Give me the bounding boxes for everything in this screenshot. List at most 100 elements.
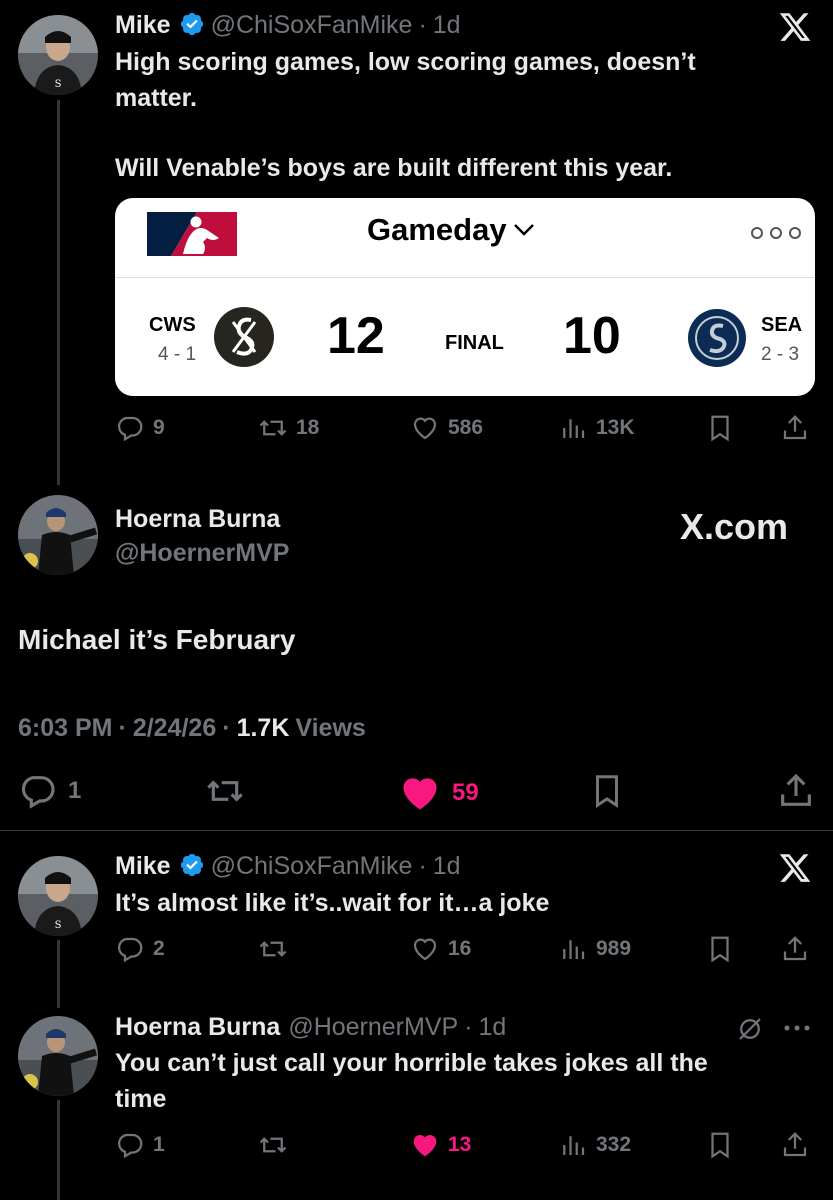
timestamp[interactable]: 1d [433, 852, 461, 880]
tweet-header: Hoerna Burna @HoernerMVP · 1d [115, 1012, 506, 1042]
verified-badge-icon [180, 853, 203, 877]
display-name[interactable]: Mike [115, 11, 171, 39]
tweet-text-line: You can’t just call your horrible takes … [115, 1049, 708, 1077]
retweet-button[interactable] [205, 771, 245, 811]
views-count: 989 [596, 937, 632, 960]
separator: · [464, 1013, 473, 1041]
avatar[interactable]: S [18, 856, 98, 936]
share-icon[interactable] [780, 1130, 810, 1160]
chevron-down-icon [513, 224, 534, 236]
like-count: 16 [448, 937, 472, 960]
reply-button[interactable]: 1 [18, 771, 81, 811]
tweet-text: You can’t just call your horrible takes … [115, 1045, 708, 1117]
separator: · [418, 852, 427, 880]
timestamp[interactable]: 1d [433, 11, 461, 39]
separator: · [222, 714, 231, 742]
display-name[interactable]: Hoerna Burna [115, 504, 280, 534]
white-sox-logo-icon [214, 307, 274, 367]
away-record: 4 - 1 [158, 344, 197, 365]
bookmark-icon[interactable] [705, 413, 735, 443]
avatar[interactable] [18, 495, 98, 575]
tweet-text-line: matter. [115, 84, 197, 112]
reply-button[interactable]: 9 [115, 413, 165, 443]
reply-icon [118, 416, 143, 442]
views-button[interactable]: 332 [558, 1130, 631, 1160]
avatar[interactable]: S [18, 15, 98, 95]
timestamp[interactable]: 1d [479, 1013, 507, 1041]
like-count: 13 [448, 1133, 472, 1156]
away-score: 12 [327, 307, 385, 365]
gameday-title-text: Gameday [367, 212, 507, 247]
retweet-icon [259, 420, 287, 436]
thread-line [57, 1100, 60, 1200]
more-icon[interactable] [782, 1022, 812, 1034]
thread-line [57, 100, 60, 485]
tweet-header: Mike @ChiSoxFanMike · 1d [115, 851, 461, 881]
svg-text:S: S [55, 920, 62, 931]
tweet-date[interactable]: 2/24/26 [133, 714, 216, 742]
tweet-text-line: Will Venable’s boys are built different … [115, 154, 673, 182]
home-team: SEA [761, 314, 803, 336]
views-count: 13K [596, 416, 635, 439]
tweet-meta: 6:03 PM · 2/24/26 · 1.7K Views [18, 713, 366, 743]
reply-button[interactable]: 2 [115, 934, 165, 964]
like-icon [413, 938, 437, 961]
gameday-card[interactable]: Gameday CWS 4 - 1 12 FINAL 10 SEA 2 - 3 [115, 198, 815, 396]
like-button[interactable]: 16 [410, 934, 471, 964]
views-count: 1.7K [236, 714, 290, 742]
retweet-button[interactable]: 18 [258, 413, 319, 443]
tweet-text: Michael it’s February [18, 624, 296, 655]
reply-button[interactable]: 1 [115, 1130, 165, 1160]
avatar[interactable] [18, 1016, 98, 1096]
divider [0, 830, 833, 831]
card-divider [115, 277, 815, 278]
views-button[interactable]: 13K [558, 413, 635, 443]
share-icon[interactable] [780, 934, 810, 964]
tweet-time[interactable]: 6:03 PM [18, 714, 112, 742]
handle[interactable]: @HoernerMVP [115, 538, 289, 568]
tweet-header: Mike @ChiSoxFanMike · 1d [115, 10, 461, 40]
thread-line [57, 940, 60, 1008]
like-count: 59 [452, 779, 479, 806]
separator: · [118, 714, 127, 742]
more-icon[interactable] [749, 226, 803, 240]
like-button[interactable]: 13 [410, 1130, 471, 1160]
display-name[interactable]: Mike [115, 852, 171, 880]
retweet-button[interactable] [258, 934, 288, 964]
handle[interactable]: @ChiSoxFanMike [211, 852, 413, 880]
verified-badge-icon [180, 12, 203, 36]
share-icon[interactable] [776, 771, 816, 811]
svg-text:S: S [55, 79, 62, 90]
reply-count: 9 [153, 416, 165, 439]
views-button[interactable]: 989 [558, 934, 631, 964]
retweet-icon [207, 780, 243, 802]
like-button[interactable]: 586 [410, 413, 483, 443]
handle[interactable]: @ChiSoxFanMike [211, 11, 413, 39]
tweet-text: It’s almost like it’s..wait for it…a jok… [115, 889, 550, 917]
grok-icon[interactable] [735, 1014, 765, 1044]
like-icon [413, 1135, 437, 1157]
views-icon [563, 419, 585, 438]
bookmark-icon[interactable] [705, 1130, 735, 1160]
retweet-button[interactable] [258, 1130, 288, 1160]
bookmark-icon[interactable] [705, 934, 735, 964]
like-icon [403, 778, 437, 810]
reply-count: 1 [153, 1133, 165, 1156]
reply-icon [21, 776, 55, 809]
retweet-count: 18 [296, 416, 320, 439]
game-status: FINAL [445, 332, 504, 354]
views-icon [563, 940, 585, 959]
like-icon [413, 417, 437, 440]
display-name[interactable]: Hoerna Burna [115, 1013, 280, 1041]
handle[interactable]: @HoernerMVP [288, 1013, 458, 1041]
mlb-logo-icon [141, 208, 243, 260]
tweet-text-line: time [115, 1085, 167, 1113]
reply-icon [118, 1133, 143, 1159]
x-logo-icon [779, 13, 811, 41]
reply-icon [118, 937, 143, 963]
x-com-watermark: X.com [680, 506, 789, 547]
share-icon[interactable] [780, 413, 810, 443]
like-button[interactable]: 59 [398, 771, 479, 815]
bookmark-icon[interactable] [588, 771, 626, 811]
gameday-title[interactable]: Gameday [367, 212, 535, 248]
